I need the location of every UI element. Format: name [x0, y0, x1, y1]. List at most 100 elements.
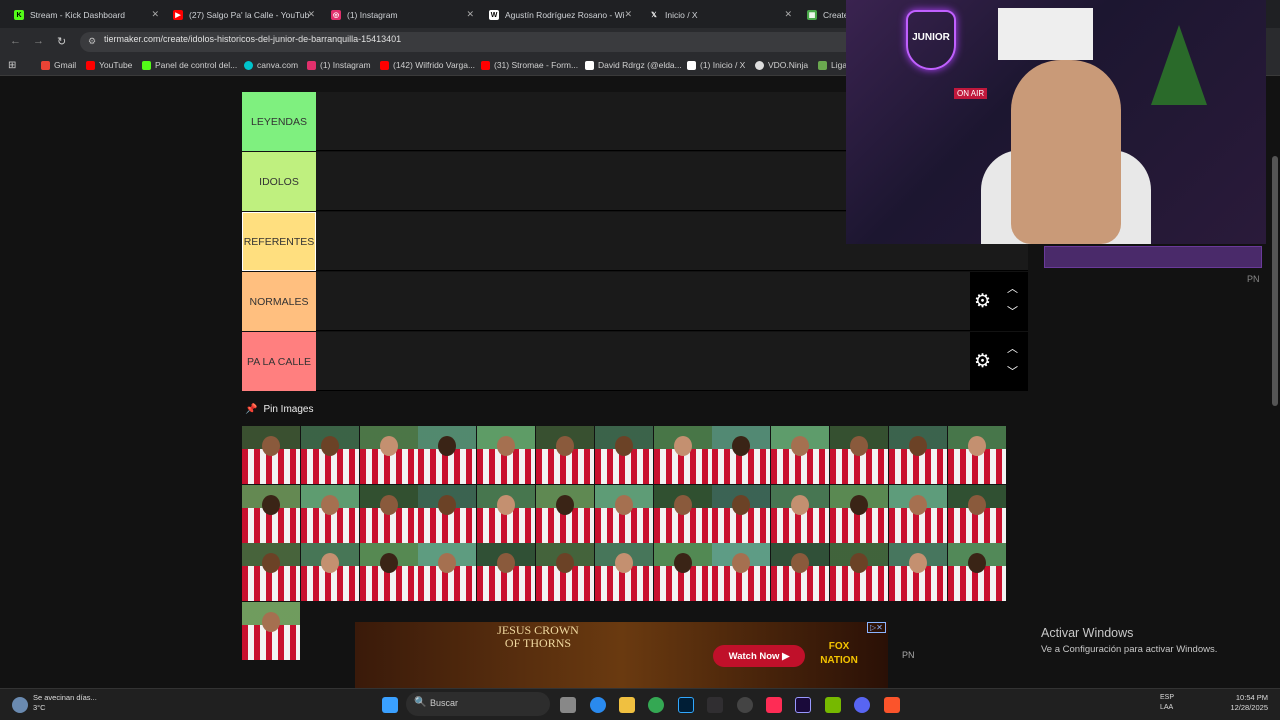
player-image[interactable] — [418, 484, 476, 543]
player-image[interactable] — [889, 484, 947, 543]
player-image[interactable] — [654, 484, 712, 543]
player-image[interactable] — [242, 601, 300, 660]
nvidia-icon[interactable] — [825, 697, 841, 713]
player-image[interactable] — [536, 484, 594, 543]
player-image[interactable] — [536, 426, 594, 484]
tab-tiermaker[interactable]: ▦ Create — [807, 4, 847, 26]
player-image[interactable] — [830, 426, 888, 484]
close-icon[interactable]: ✕ — [624, 9, 632, 20]
after-effects-icon[interactable] — [795, 697, 811, 713]
player-image[interactable] — [301, 543, 359, 601]
player-image[interactable] — [360, 543, 418, 601]
player-image[interactable] — [771, 543, 829, 601]
copilot-icon[interactable] — [590, 697, 606, 713]
discord-icon[interactable] — [854, 697, 870, 713]
ad-close-icon[interactable]: ▷✕ — [867, 622, 886, 633]
language-indicator[interactable]: ESP LAA — [1160, 693, 1174, 713]
obs-icon[interactable] — [707, 697, 723, 713]
bookmark-vdo-ninja[interactable]: VDO.Ninja — [755, 60, 808, 70]
chevron-up-icon[interactable]: ︿ — [1007, 340, 1018, 356]
gear-icon[interactable]: ⚙ — [974, 290, 991, 313]
player-image[interactable] — [242, 484, 300, 543]
reload-icon[interactable]: ↻ — [57, 35, 66, 48]
tab-wikipedia[interactable]: W Agustín Rodríguez Rosano - Wi ✕ — [489, 4, 632, 26]
weather-widget[interactable]: Se avecinan días... 3°C — [33, 693, 97, 713]
player-image[interactable] — [477, 426, 535, 484]
player-image[interactable] — [948, 543, 1006, 601]
bookmark-kick-panel[interactable]: Panel de control del... — [142, 60, 237, 70]
weather-icon[interactable] — [12, 697, 28, 713]
tab-kick-dashboard[interactable]: K Stream - Kick Dashboard ✕ — [14, 4, 159, 26]
player-image[interactable] — [595, 426, 653, 484]
chevron-down-icon[interactable]: ﹀ — [1007, 363, 1018, 379]
close-icon[interactable]: ✕ — [466, 9, 474, 20]
forward-icon[interactable]: → — [33, 35, 44, 47]
close-icon[interactable]: ✕ — [151, 9, 159, 20]
bookmark-wilfrido[interactable]: (142) Wilfrido Varga... — [380, 60, 475, 70]
brave-icon[interactable] — [884, 697, 900, 713]
file-explorer-icon[interactable] — [619, 697, 635, 713]
player-image[interactable] — [654, 543, 712, 601]
player-image[interactable] — [301, 426, 359, 484]
bookmark-canva[interactable]: canva.com — [244, 60, 298, 70]
player-image[interactable] — [712, 426, 770, 484]
player-image[interactable] — [712, 543, 770, 601]
chrome-icon[interactable] — [648, 697, 664, 713]
ad-banner[interactable] — [355, 622, 888, 688]
clock[interactable]: 10:54 PM 12/28/2025 — [1224, 693, 1268, 713]
player-image[interactable] — [948, 426, 1006, 484]
player-image[interactable] — [242, 543, 300, 601]
tier-label[interactable]: REFERENTES — [242, 212, 316, 271]
chevron-down-icon[interactable]: ﹀ — [1007, 303, 1018, 319]
tiktok-live-icon[interactable] — [766, 697, 782, 713]
taskbar-search[interactable]: 🔍 Buscar — [406, 692, 550, 716]
tier-label[interactable]: LEYENDAS — [242, 92, 316, 151]
url-text[interactable]: tiermaker.com/create/idolos-historicos-d… — [104, 34, 401, 44]
player-image[interactable] — [595, 543, 653, 601]
tab-instagram[interactable]: ◎ (1) Instagram ✕ — [331, 4, 474, 26]
task-view-icon[interactable] — [560, 697, 576, 713]
player-image[interactable] — [595, 484, 653, 543]
player-image[interactable] — [889, 426, 947, 484]
player-image[interactable] — [360, 484, 418, 543]
player-image[interactable] — [418, 426, 476, 484]
player-image[interactable] — [889, 543, 947, 601]
back-icon[interactable]: ← — [10, 35, 21, 47]
chevron-up-icon[interactable]: ︿ — [1007, 280, 1018, 296]
player-image[interactable] — [536, 543, 594, 601]
photoshop-icon[interactable] — [678, 697, 694, 713]
player-image[interactable] — [771, 484, 829, 543]
player-image[interactable] — [477, 543, 535, 601]
player-image[interactable] — [771, 426, 829, 484]
player-image[interactable] — [830, 484, 888, 543]
tab-x[interactable]: 𝕏 Inicio / X ✕ — [649, 4, 792, 26]
scrollbar[interactable] — [1272, 156, 1278, 406]
tab-youtube[interactable]: ▶ (27) Salgo Pa' la Calle - YouTub ✕ — [173, 4, 315, 26]
player-image[interactable] — [712, 484, 770, 543]
close-icon[interactable]: ✕ — [784, 9, 792, 20]
watch-now-button[interactable]: Watch Now ▶ — [713, 645, 805, 667]
bookmark-liga[interactable]: Liga — [818, 60, 847, 70]
bookmark-gmail[interactable]: Gmail — [41, 60, 76, 70]
player-image[interactable] — [654, 426, 712, 484]
tier-label[interactable]: IDOLOS — [242, 152, 316, 211]
pin-images-toggle[interactable]: 📌 Pin Images — [245, 404, 313, 415]
player-image[interactable] — [242, 426, 300, 484]
bookmark-stromae[interactable]: (31) Stromae - Form... — [481, 60, 578, 70]
bookmark-x[interactable]: (1) Inicio / X — [687, 60, 745, 70]
player-image[interactable] — [948, 484, 1006, 543]
tier-row-normales[interactable]: NORMALES ⚙ ︿ ﹀ — [242, 272, 1028, 331]
tier-label[interactable]: NORMALES — [242, 272, 316, 331]
bookmark-youtube[interactable]: YouTube — [86, 60, 132, 70]
player-image[interactable] — [477, 484, 535, 543]
gear-icon[interactable]: ⚙ — [974, 350, 991, 373]
player-image[interactable] — [301, 484, 359, 543]
bookmark-instagram[interactable]: (1) Instagram — [307, 60, 371, 70]
bookmark-tiktok[interactable]: David Rdrgz (@elda... — [585, 60, 682, 70]
player-image[interactable] — [418, 543, 476, 601]
start-icon[interactable] — [382, 697, 398, 713]
tier-label[interactable]: PA LA CALLE — [242, 332, 316, 391]
apps-icon[interactable]: ⊞ — [8, 60, 16, 71]
site-info-icon[interactable]: ⚙ — [88, 36, 96, 47]
player-image[interactable] — [360, 426, 418, 484]
